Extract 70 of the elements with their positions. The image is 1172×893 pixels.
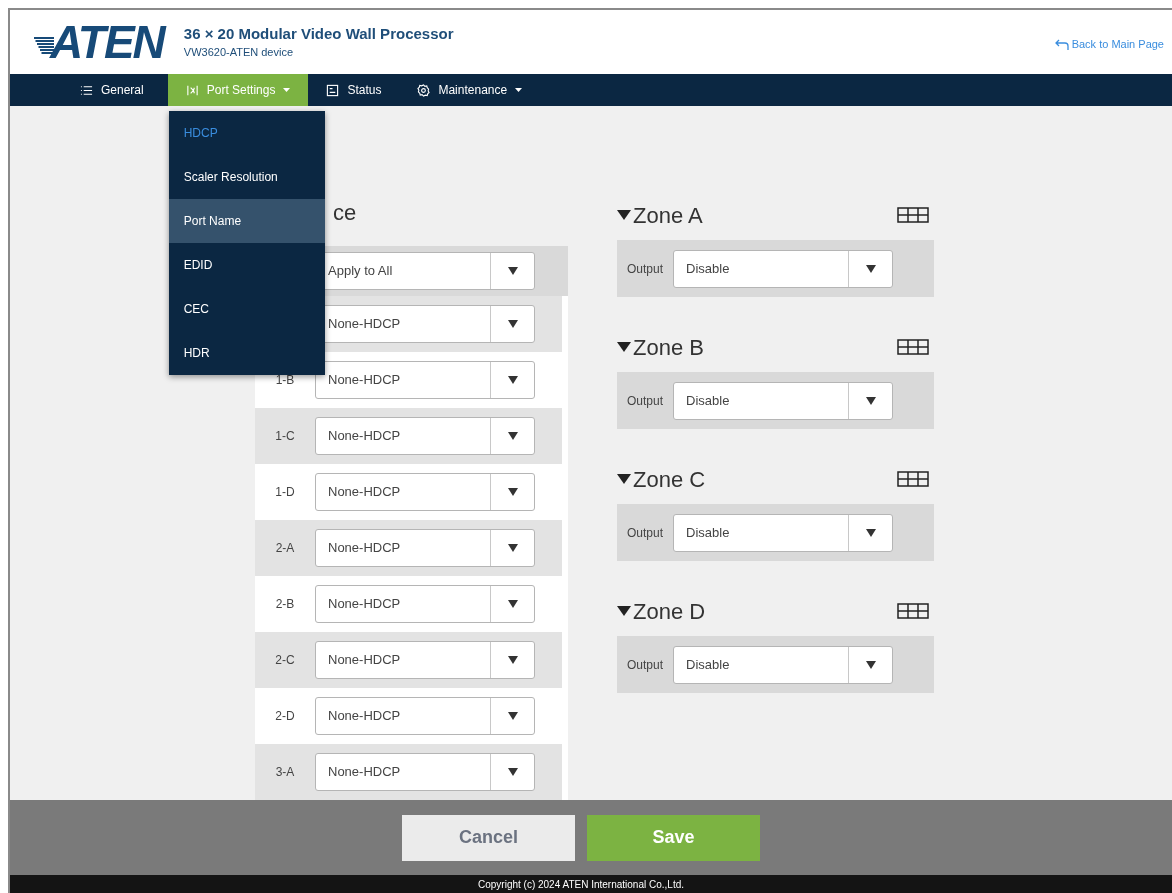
select-field[interactable]: None-HDCP [315, 697, 535, 735]
copyright-text: Copyright (c) 2024 ATEN International Co.,Ltd. [478, 877, 684, 892]
output-label: Output [627, 524, 664, 542]
grid-icon[interactable] [897, 207, 929, 223]
zone-title: Zone D [633, 597, 706, 626]
grid-icon[interactable] [897, 603, 929, 619]
list-icon [80, 83, 93, 97]
port-label: 3-A [275, 764, 295, 781]
output-label: Output [627, 656, 664, 674]
gear-icon [417, 83, 431, 97]
select-field[interactable]: Disable [673, 381, 894, 420]
select-field[interactable]: None-HDCP [315, 585, 535, 623]
cancel-button[interactable]: Cancel [402, 814, 575, 861]
expand-caret-icon[interactable] [617, 473, 631, 485]
select-field[interactable]: Disable [673, 249, 894, 288]
page-title: 36 × 20 Modular Video Wall Processor [183, 24, 454, 44]
port-label: 2-D [275, 708, 295, 725]
caret-icon [865, 396, 876, 405]
port-label: 1-C [275, 428, 295, 445]
caret-icon [507, 376, 518, 384]
select-field[interactable]: None-HDCP [315, 641, 535, 679]
caret-icon [507, 544, 518, 552]
port-label: 2-B [275, 596, 295, 613]
device-subtitle: VW3620-ATEN device [183, 45, 295, 60]
output-label: Output [627, 392, 664, 410]
expand-caret-icon[interactable] [617, 209, 631, 221]
zone-title: Zone B [633, 333, 704, 362]
caret-icon [515, 88, 523, 92]
expand-caret-icon[interactable] [617, 605, 631, 617]
panel-icon [326, 83, 340, 97]
select-field[interactable]: None-HDCP [315, 417, 535, 455]
caret-icon [507, 768, 518, 776]
caret-icon [507, 712, 518, 720]
caret-icon [507, 320, 518, 328]
select-field[interactable]: None-HDCP [315, 753, 535, 791]
ports-icon [185, 83, 199, 97]
caret-icon [507, 432, 518, 440]
nav-tab[interactable]: Status [308, 74, 400, 106]
port-label: 1-B [275, 372, 295, 389]
caret-icon [865, 660, 876, 669]
nav-tab[interactable]: General [72, 74, 152, 106]
menu-item[interactable]: Port Name [168, 199, 325, 243]
menu-item[interactable]: HDCP [168, 111, 325, 155]
zone-title: Zone C [633, 465, 706, 494]
logo-text: ATEN [50, 19, 164, 65]
caret-icon [507, 488, 518, 496]
select-field[interactable]: Disable [673, 513, 894, 552]
grid-icon[interactable] [897, 471, 929, 487]
port-label: 2-C [275, 652, 295, 669]
return-arrow-icon [1054, 38, 1069, 50]
select-field[interactable]: None-HDCP [315, 529, 535, 567]
select-field[interactable]: None-HDCP [315, 473, 535, 511]
zone-title: Zone A [633, 201, 703, 230]
caret-icon [865, 264, 876, 273]
caret-icon [507, 600, 518, 608]
select-field[interactable]: None-HDCP [315, 361, 535, 399]
caret-icon [507, 656, 518, 664]
select-field[interactable]: Disable [673, 645, 894, 684]
grid-icon[interactable] [897, 339, 929, 355]
nav-tab[interactable]: Maintenance [399, 74, 541, 106]
menu-item[interactable]: Scaler Resolution [168, 155, 325, 199]
back-link[interactable]: Back to Main Page [1054, 35, 1164, 53]
output-label: Output [627, 260, 664, 278]
caret-icon [507, 266, 518, 275]
section-heading: ce [333, 198, 357, 227]
caret-icon [865, 528, 876, 537]
port-label: 1-D [275, 484, 295, 501]
caret-icon [283, 88, 291, 92]
port-label: 2-A [275, 540, 295, 557]
expand-caret-icon[interactable] [617, 341, 631, 353]
